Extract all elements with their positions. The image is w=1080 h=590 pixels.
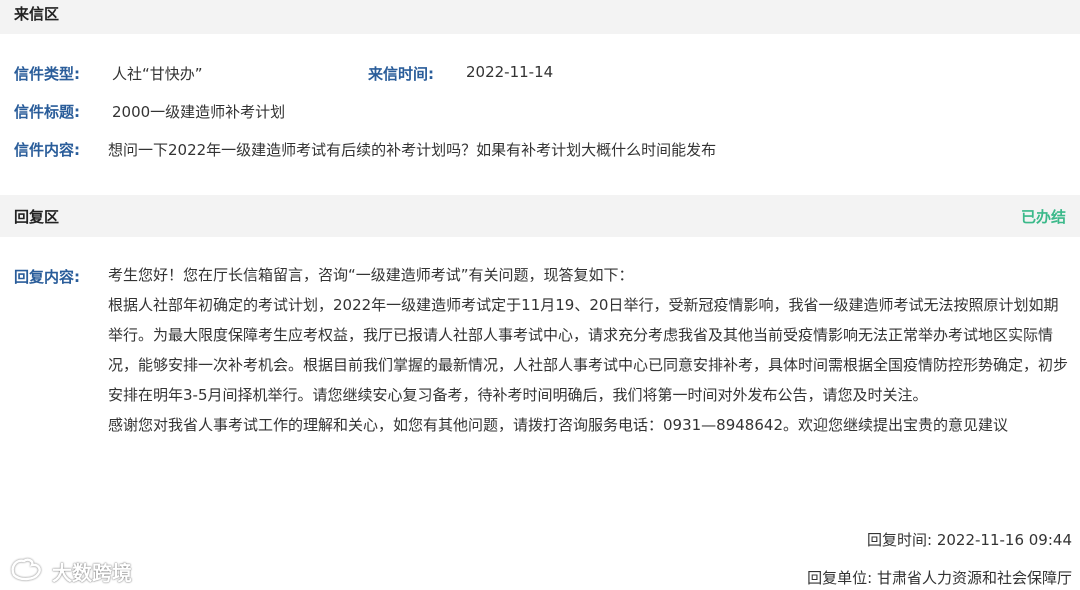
letter-type-value: 人社“甘快办”: [112, 65, 203, 83]
watermark-text: 大数跨境: [52, 561, 132, 585]
status-badge: 已办结: [1020, 207, 1066, 226]
letter-content-label: 信件内容:: [14, 141, 80, 159]
reply-section-header: 回复区 已办结: [0, 195, 1080, 237]
letter-time-label: 来信时间:: [368, 65, 434, 83]
watermark: 大数跨境: [8, 555, 132, 588]
reply-paragraph: 根据人社部年初确定的考试计划，2022年一级建造师考试定于11月19、20日举行…: [108, 296, 1069, 404]
letter-section-header: 来信区: [0, 0, 1080, 34]
letter-content-value: 想问一下2022年一级建造师考试有后续的补考计划吗？如果有补考计划大概什么时间能…: [108, 141, 717, 159]
letter-type-label: 信件类型:: [14, 65, 80, 83]
reply-unit: 回复单位: 甘肃省人力资源和社会保障厅: [807, 569, 1072, 587]
letter-subject-value: 2000一级建造师补考计划: [112, 103, 286, 121]
reply-content: 考生您好！您在厅长信箱留言，咨询“一级建造师考试”有关问题，现答复如下： 根据人…: [108, 260, 1070, 440]
letter-section-title: 来信区: [14, 4, 60, 23]
reply-section-title: 回复区: [14, 207, 60, 226]
reply-paragraph: 感谢您对我省人事考试工作的理解和关心，如您有其他问题，请拨打咨询服务电话：093…: [108, 416, 1008, 434]
reply-content-label: 回复内容:: [14, 268, 80, 286]
weibo-icon: [8, 555, 52, 588]
letter-subject-label: 信件标题:: [14, 103, 80, 121]
reply-time: 回复时间: 2022-11-16 09:44: [867, 531, 1072, 549]
reply-paragraph: 考生您好！您在厅长信箱留言，咨询“一级建造师考试”有关问题，现答复如下：: [108, 266, 634, 284]
letter-time-value: 2022-11-14: [466, 63, 554, 81]
